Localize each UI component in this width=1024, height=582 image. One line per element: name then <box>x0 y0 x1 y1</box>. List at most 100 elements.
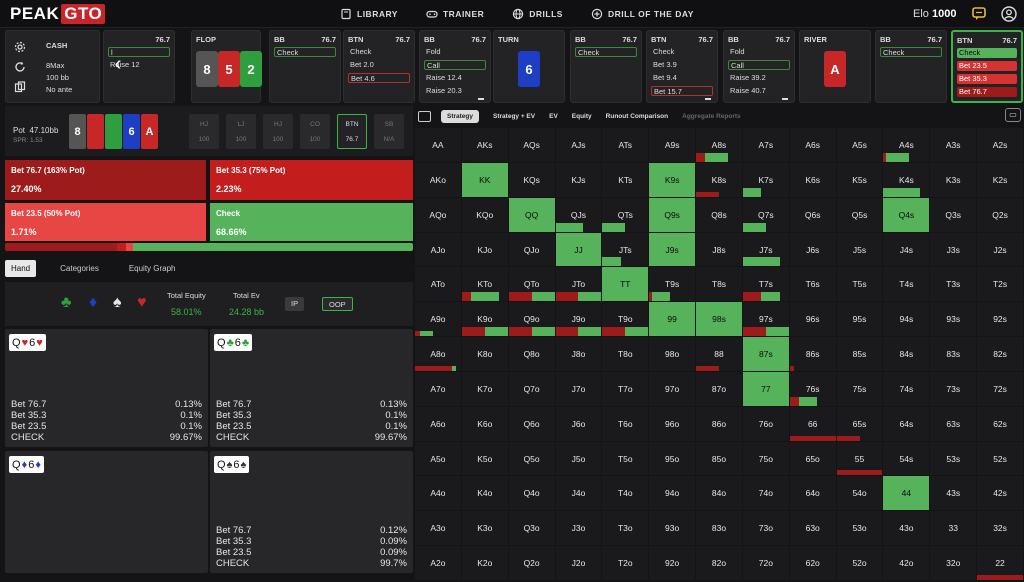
hand-cell-kqs[interactable]: KQs <box>508 162 555 197</box>
action-option[interactable]: Call <box>728 60 790 70</box>
hand-cell-j6s[interactable]: J6s <box>789 232 836 267</box>
hand-cell-k2s[interactable]: K2s <box>977 162 1023 197</box>
history-card-bb[interactable]: BB 76.7 Check <box>570 30 642 103</box>
hand-cell-ajo[interactable]: AJo <box>415 232 461 267</box>
copy-icon[interactable] <box>14 81 26 93</box>
tab-equity-graph[interactable]: Equity Graph <box>123 260 182 277</box>
hand-cell-a8s[interactable]: A8s <box>696 128 742 162</box>
history-card-bb[interactable]: BB 76.7 Fold Call Raise 39.2 Raise 40.7 <box>723 30 795 103</box>
hand-cell-q6o[interactable]: Q6o <box>508 406 555 441</box>
hand-cell-j9s[interactable]: J9s <box>649 232 696 267</box>
hand-cell-63s[interactable]: 63s <box>930 406 977 441</box>
action-option[interactable]: Raise 12.4 <box>424 73 486 83</box>
strategy-option[interactable]: Check 68.66% <box>210 203 413 241</box>
hand-cell-a5o[interactable]: A5o <box>415 441 461 476</box>
spade-filter-icon[interactable]: ♠ <box>113 294 122 312</box>
hand-cell-k8o[interactable]: K8o <box>461 337 508 371</box>
strategy-option[interactable]: Bet 35.3 (75% Pot) 2.23% <box>210 160 413 200</box>
hand-cell-62s[interactable]: 62s <box>977 406 1023 441</box>
game-settings-card[interactable]: CASH 8Max 100 bb No ante <box>5 30 100 103</box>
hand-cell-jj[interactable]: JJ <box>555 232 602 267</box>
hand-cell-ajs[interactable]: AJs <box>555 128 602 162</box>
action-option[interactable]: Check <box>274 47 336 57</box>
tab-ev[interactable]: EV <box>549 113 558 120</box>
hand-cell-q9s[interactable]: Q9s <box>649 197 696 232</box>
hand-cell-a8o[interactable]: A8o <box>415 337 461 371</box>
hand-cell-j8s[interactable]: J8s <box>696 232 742 267</box>
hand-cell-jts[interactable]: JTs <box>602 232 649 267</box>
hand-cell-t2s[interactable]: T2s <box>977 267 1023 302</box>
hand-cell-52o[interactable]: 52o <box>836 546 883 580</box>
hand-cell-97o[interactable]: 97o <box>649 371 696 406</box>
history-card-bb[interactable]: BB 76.7 Check <box>269 30 341 103</box>
hand-cell-a4s[interactable]: A4s <box>883 128 930 162</box>
nav-trainer[interactable]: TRAINER <box>426 8 484 20</box>
hand-cell-83s[interactable]: 83s <box>930 337 977 371</box>
hand-cell-ato[interactable]: ATo <box>415 267 461 302</box>
hand-cell-q5s[interactable]: Q5s <box>836 197 883 232</box>
hand-cell-j3o[interactable]: J3o <box>555 511 602 546</box>
hand-cell-k6o[interactable]: K6o <box>461 406 508 441</box>
hand-cell-qjo[interactable]: QJo <box>508 232 555 267</box>
hand-cell-73o[interactable]: 73o <box>742 511 789 546</box>
action-option[interactable]: Check <box>575 47 637 57</box>
hand-cell-jto[interactable]: JTo <box>555 267 602 302</box>
hand-cell-t7s[interactable]: T7s <box>742 267 789 302</box>
hand-cell-q9o[interactable]: Q9o <box>508 302 555 337</box>
diamond-filter-icon[interactable]: ♦ <box>89 294 97 312</box>
hand-cell-75o[interactable]: 75o <box>742 441 789 476</box>
hand-cell-33[interactable]: 33 <box>930 511 977 546</box>
hand-cell-qq[interactable]: QQ <box>508 197 555 232</box>
hand-cell-t5o[interactable]: T5o <box>602 441 649 476</box>
hand-cell-a9s[interactable]: A9s <box>649 128 696 162</box>
hand-cell-53o[interactable]: 53o <box>836 511 883 546</box>
hand-cell-95s[interactable]: 95s <box>836 302 883 337</box>
hand-cell-k4s[interactable]: K4s <box>883 162 930 197</box>
tab-strategy-ev[interactable]: Strategy + EV <box>493 113 535 120</box>
hand-cell-k8s[interactable]: K8s <box>696 162 742 197</box>
hand-cell-aqs[interactable]: AQs <box>508 128 555 162</box>
hand-cell-82o[interactable]: 82o <box>696 546 742 580</box>
hand-cell-42s[interactable]: 42s <box>977 476 1023 511</box>
hand-cell-86s[interactable]: 86s <box>789 337 836 371</box>
hand-cell-t4s[interactable]: T4s <box>883 267 930 302</box>
action-option[interactable]: Bet 4.6 <box>348 73 410 83</box>
seat-lj[interactable]: LJ 100 <box>226 114 256 149</box>
hand-cell-k9o[interactable]: K9o <box>461 302 508 337</box>
hand-cell-95o[interactable]: 95o <box>649 441 696 476</box>
hand-cell-76s[interactable]: 76s <box>789 371 836 406</box>
hand-cell-t6s[interactable]: T6s <box>789 267 836 302</box>
hand-cell-43o[interactable]: 43o <box>883 511 930 546</box>
hand-cell-kqo[interactable]: KQo <box>461 197 508 232</box>
hand-cell-k9s[interactable]: K9s <box>649 162 696 197</box>
hand-cell-kts[interactable]: KTs <box>602 162 649 197</box>
oop-toggle[interactable]: OOP <box>322 297 353 311</box>
action-option[interactable]: Check <box>651 47 713 57</box>
hand-cell-k7s[interactable]: K7s <box>742 162 789 197</box>
hand-cell-65o[interactable]: 65o <box>789 441 836 476</box>
hand-cell-j9o[interactable]: J9o <box>555 302 602 337</box>
hand-cell-73s[interactable]: 73s <box>930 371 977 406</box>
hand-cell-tt[interactable]: TT <box>602 267 649 302</box>
hand-cell-a5s[interactable]: A5s <box>836 128 883 162</box>
nav-library[interactable]: LIBRARY <box>340 8 398 20</box>
seat-hj[interactable]: HJ 100 <box>263 114 293 149</box>
chat-icon[interactable] <box>971 6 987 22</box>
hand-cell-t8o[interactable]: T8o <box>602 337 649 371</box>
history-card-turn[interactable]: TURN 6 <box>493 30 565 103</box>
hand-cell-q4s[interactable]: Q4s <box>883 197 930 232</box>
hand-cell-63o[interactable]: 63o <box>789 511 836 546</box>
action-option[interactable]: Raise 39.2 <box>728 73 790 83</box>
hand-cell-86o[interactable]: 86o <box>696 406 742 441</box>
hand-cell-k6s[interactable]: K6s <box>789 162 836 197</box>
hand-cell-k3o[interactable]: K3o <box>461 511 508 546</box>
hand-cell-85o[interactable]: 85o <box>696 441 742 476</box>
hand-cell-55[interactable]: 55 <box>836 441 883 476</box>
seat-btn[interactable]: BTN 76.7 <box>337 114 367 149</box>
action-option[interactable]: Call <box>424 60 486 70</box>
action-option[interactable]: Bet 35.3 <box>957 74 1017 84</box>
hand-cell-54o[interactable]: 54o <box>836 476 883 511</box>
seat-co[interactable]: CO 100 <box>300 114 330 149</box>
hand-cell-q4o[interactable]: Q4o <box>508 476 555 511</box>
user-icon[interactable] <box>1001 6 1017 22</box>
